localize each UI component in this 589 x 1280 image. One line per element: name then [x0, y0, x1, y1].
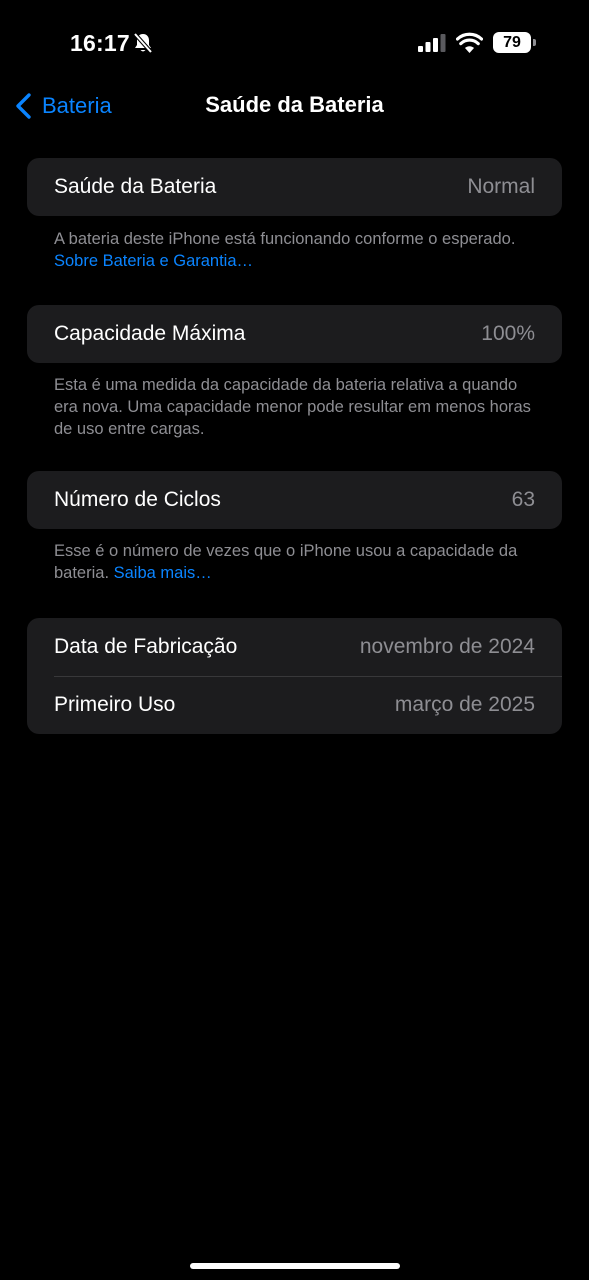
health-group: Saúde da Bateria Normal: [27, 158, 562, 216]
manufacture-date-label: Data de Fabricação: [54, 635, 238, 658]
manufacture-date-row: Data de Fabricação novembro de 2024: [27, 618, 562, 676]
first-use-label: Primeiro Uso: [54, 693, 176, 716]
cycles-value: 63: [511, 488, 535, 511]
cycles-footer: Esse é o número de vezes que o iPhone us…: [54, 540, 544, 584]
capacity-footer: Esta é uma medida da capacidade da bater…: [54, 376, 531, 438]
bell-slash-icon: [133, 32, 153, 54]
dates-group: Data de Fabricação novembro de 2024 Prim…: [27, 618, 562, 734]
status-bar: 16:17 79: [0, 0, 589, 86]
learn-more-link[interactable]: Saiba mais…: [114, 564, 212, 582]
health-footer: A bateria deste iPhone está funcionando …: [54, 228, 544, 272]
health-value: Normal: [467, 175, 535, 198]
manufacture-date-value: novembro de 2024: [359, 635, 535, 658]
navigation-bar: Bateria Saúde da Bateria: [0, 86, 589, 126]
capacity-row: Capacidade Máxima 100%: [27, 305, 562, 363]
health-footer-text: A bateria deste iPhone está funcionando …: [54, 230, 516, 248]
cycles-group: Número de Ciclos 63: [27, 471, 562, 529]
battery-level: 79: [493, 32, 531, 53]
health-label: Saúde da Bateria: [54, 175, 217, 198]
capacity-label: Capacidade Máxima: [54, 322, 246, 345]
home-indicator[interactable]: [190, 1263, 400, 1269]
warranty-link[interactable]: Sobre Bateria e Garantia…: [54, 252, 253, 270]
cycles-label: Número de Ciclos: [54, 488, 221, 511]
status-time: 16:17: [70, 30, 130, 56]
row-divider: [54, 676, 562, 677]
capacity-value: 100%: [481, 322, 535, 345]
health-row: Saúde da Bateria Normal: [27, 158, 562, 216]
battery-icon: 79: [493, 32, 537, 54]
wifi-icon: [456, 32, 483, 53]
cycles-row: Número de Ciclos 63: [27, 471, 562, 529]
battery-tip: [533, 39, 536, 46]
first-use-value: março de 2025: [394, 693, 535, 716]
capacity-group: Capacidade Máxima 100%: [27, 305, 562, 363]
page-title: Saúde da Bateria: [205, 92, 384, 117]
cellular-signal-icon: [418, 34, 446, 52]
first-use-row: Primeiro Uso março de 2025: [27, 676, 562, 734]
